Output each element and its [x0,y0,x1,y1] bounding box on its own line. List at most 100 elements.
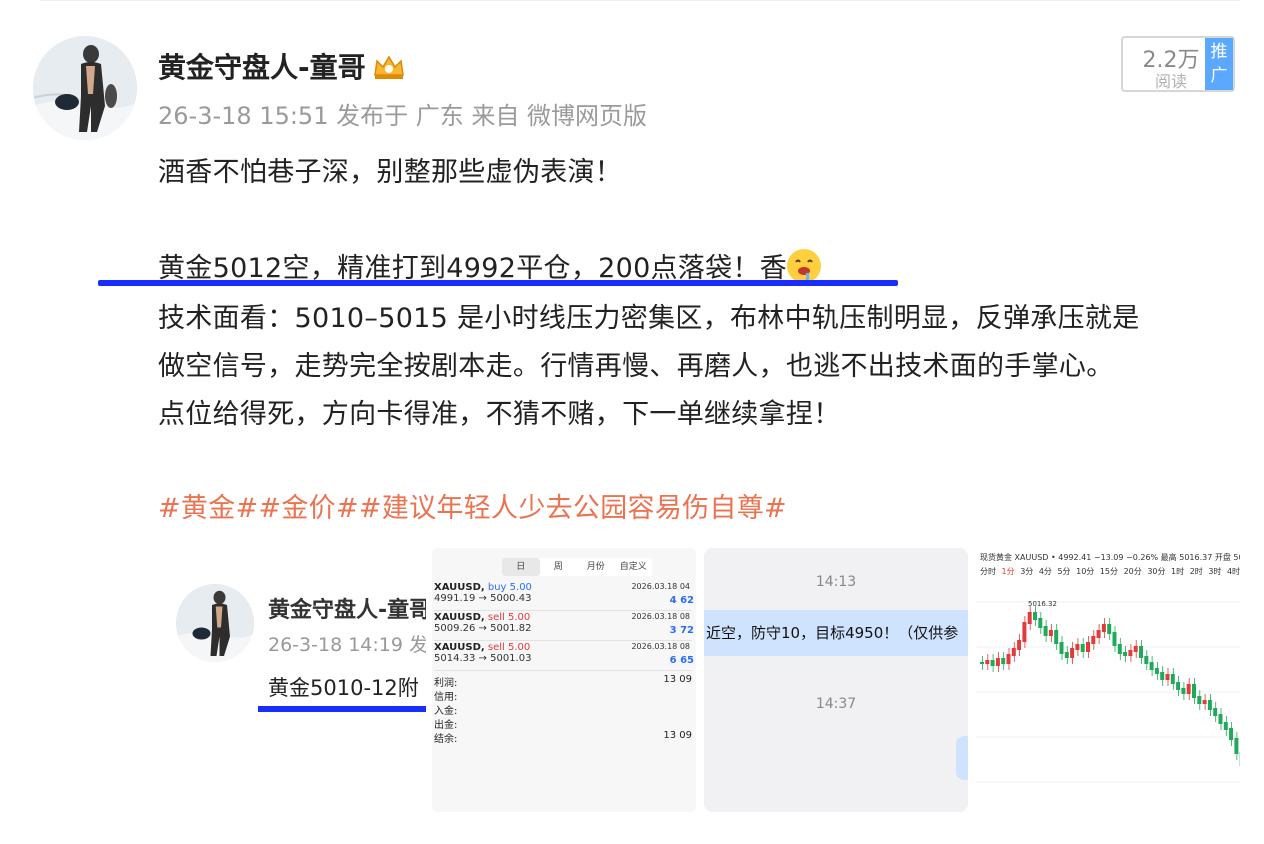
candle [1154,668,1159,674]
timeframe-tab: 4分 [1038,567,1052,576]
candle [1011,648,1016,656]
candle [1006,654,1011,664]
tab-custom: 自定义 [619,562,647,572]
summary-value: 13 09 [663,674,692,685]
candle [1048,630,1053,636]
chat-time: 14:13 [815,574,857,590]
trade-date: 2026.03.18 08 [631,642,690,651]
candle [1186,684,1191,694]
quoted-date: 26-3-18 14:19 发 [268,634,426,656]
chart-header: 现货黄金 XAUUSD • 4992.41 −13.09 −0.26% 最高 5… [980,553,1240,562]
candle [1086,642,1090,652]
post-line-5: 点位给得死，方向卡得准，不猜不赌，下一单继续拿捏！ [158,399,841,430]
timeframe-tab: 1分 [1001,567,1015,576]
timeframe-tab: 3时 [1208,567,1222,576]
candle [1059,642,1064,654]
timeframe-tab: 3分 [1020,567,1034,576]
trade-row: XAUUSD, sell 5.00 2026.03.18 08 5009.26 … [434,612,696,636]
candle [1091,636,1096,644]
candle [1213,708,1218,716]
drool-emoji-icon [787,249,822,283]
candle [1075,644,1080,650]
chat-bubble-partial [956,736,968,780]
read-count-box[interactable]: 2.2万 阅读 推广 [1121,36,1235,92]
tab-month: 月份 [586,562,605,572]
timeframe-tab: 1时 [1171,567,1185,576]
author-name[interactable]: 黄金守盘人-童哥 [158,46,406,86]
trade-symbol: XAUUSD, [434,612,485,623]
divider [434,670,692,671]
candle [980,662,984,664]
candle [1128,650,1133,656]
vip-crown-icon [372,53,406,81]
candle [1017,640,1022,650]
divider [434,640,692,641]
tab-week: 周 [553,562,563,572]
candle [1165,674,1170,680]
candle [1181,688,1186,694]
post-line-3: 技术面看：5010–5015 是小时线压力密集区，布林中轨压制明显，反弹承压就是 [158,303,1140,334]
summary-row: 入金: [434,702,694,717]
trade-symbol: XAUUSD, [434,642,485,653]
candle [1160,672,1165,680]
quoted-author: 黄金守盘人-童哥 [268,598,426,623]
timeframe-tab: 5分 [1057,567,1071,576]
candle [1022,622,1027,642]
highlight-underline [98,280,898,286]
chart-high-label: 5016.32 [1028,600,1057,608]
trade-side: sell 5.00 [487,642,531,653]
promo-badge[interactable]: 推广 [1205,38,1233,90]
candle [1117,644,1122,654]
candle [1064,652,1069,658]
trade-prices: 5014.33 → 5001.03 [434,653,532,664]
candle [1096,630,1101,638]
image-thumb-price-chart[interactable]: 现货黄金 XAUUSD • 4992.41 −13.09 −0.26% 最高 5… [976,548,1240,812]
top-divider [40,0,1240,1]
image-thumb-quoted-post[interactable]: 黄金守盘人-童哥 26-3-18 14:19 发 黄金5010-12附 [158,548,426,812]
author-name-text[interactable]: 黄金守盘人-童哥 [158,51,366,84]
candle [1192,684,1196,698]
candle [1027,612,1032,624]
trade-profit: 3 72 [669,625,694,636]
candle [1001,658,1006,664]
quoted-avatar [176,584,254,662]
timeframe-tab: 分时 [980,567,996,576]
trade-date: 2026.03.18 04 [631,582,690,591]
summary-label: 结余: [434,734,458,745]
trade-prices: 4991.19 → 5000.43 [434,593,532,604]
candle [1101,624,1106,632]
trade-side: buy 5.00 [487,582,532,593]
author-avatar[interactable] [33,36,137,140]
candle [1033,612,1037,620]
summary-row: 信用: [434,688,694,703]
summary-row: 结余: 13 09 [434,730,694,745]
quoted-underline [258,706,426,712]
candle [1144,656,1149,664]
candle [990,660,995,666]
image-thumb-chat[interactable]: 14:13 近空，防守10，目标4950！（仅供参 14:37 [704,548,968,812]
summary-row: 利润: 13 09 [434,674,694,689]
trade-prices: 5009.26 → 5001.82 [434,623,532,634]
candle [1054,630,1059,644]
candle [1070,648,1075,658]
post-line-1: 酒香不怕巷子深，别整那些虚伪表演！ [158,157,623,188]
trade-date: 2026.03.18 08 [631,612,690,621]
chart-timeframe-tabs: 分时 1分 3分 4分 5分 10分 15分 20分 30分 1时 2时 3时 … [980,566,1240,577]
summary-value: 13 09 [663,730,692,741]
image-thumb-trade-history[interactable]: 日 周 月份 自定义 XAUUSD, buy 5.00 2026.03.18 0… [432,548,696,812]
candle [1112,632,1117,646]
trade-side: sell 5.00 [487,612,531,623]
candle [1207,700,1212,710]
candle [1149,662,1154,670]
candle [1139,646,1143,658]
period-tabs: 日 周 月份 自定义 [502,558,652,576]
candle [1202,700,1207,704]
candle [1107,624,1112,634]
trade-profit: 4 62 [669,595,694,606]
candle [1038,618,1043,628]
candle [995,658,1000,666]
candlestick-chart: 5016.32 [976,600,1240,783]
timeframe-tab: 30分 [1147,567,1166,576]
candle [1223,722,1228,730]
hashtags-link[interactable]: #黄金##金价##建议年轻人少去公园容易伤自尊# [158,486,787,525]
